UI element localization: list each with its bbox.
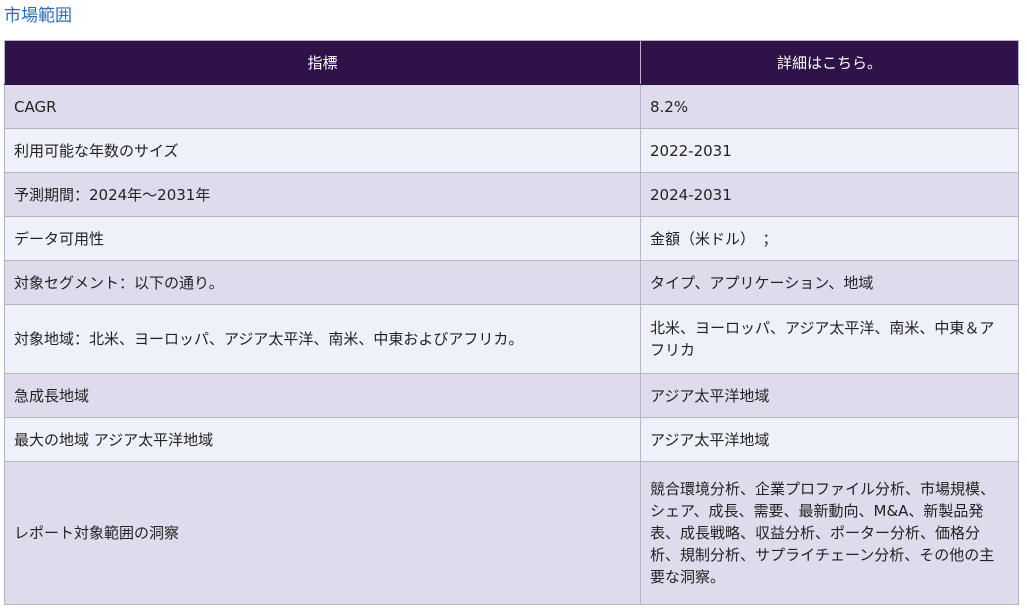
column-header-metric: 指標 — [4, 40, 641, 85]
row-value: 金額（米ドル） ； — [640, 216, 1019, 261]
row-label: CAGR — [4, 84, 641, 129]
row-value: 2024-2031 — [640, 172, 1019, 217]
table-row: 対象地域：北米、ヨーロッパ、アジア太平洋、南米、中東およびアフリカ。 北米、ヨー… — [4, 304, 1019, 374]
row-value: タイプ、アプリケーション、地域 — [640, 260, 1019, 305]
page: 市場範囲 指標 詳細はこちら。 CAGR 8.2% 利用可能な年数のサイズ 20… — [0, 0, 1027, 616]
column-header-details: 詳細はこちら。 — [640, 40, 1019, 85]
table-header-row: 指標 詳細はこちら。 — [4, 40, 1019, 85]
row-label: 予測期間：2024年～2031年 — [4, 172, 641, 217]
row-label: データ可用性 — [4, 216, 641, 261]
row-label: 最大の地域 アジア太平洋地域 — [4, 417, 641, 462]
market-scope-table: 指標 詳細はこちら。 CAGR 8.2% 利用可能な年数のサイズ 2022-20… — [4, 40, 1019, 605]
table-row: データ可用性 金額（米ドル） ； — [4, 216, 1019, 261]
row-value: 競合環境分析、企業プロファイル分析、市場規模、シェア、成長、需要、最新動向、M&… — [640, 461, 1019, 605]
table-row: 最大の地域 アジア太平洋地域 アジア太平洋地域 — [4, 417, 1019, 462]
row-label: 急成長地域 — [4, 373, 641, 418]
row-label: 対象地域：北米、ヨーロッパ、アジア太平洋、南米、中東およびアフリカ。 — [4, 304, 641, 374]
row-label: レポート対象範囲の洞察 — [4, 461, 641, 605]
row-label: 対象セグメント：以下の通り。 — [4, 260, 641, 305]
table-row: 利用可能な年数のサイズ 2022-2031 — [4, 128, 1019, 173]
row-value: アジア太平洋地域 — [640, 417, 1019, 462]
row-value: 8.2% — [640, 84, 1019, 129]
table-row: 対象セグメント：以下の通り。 タイプ、アプリケーション、地域 — [4, 260, 1019, 305]
row-value: アジア太平洋地域 — [640, 373, 1019, 418]
table-row: レポート対象範囲の洞察 競合環境分析、企業プロファイル分析、市場規模、シェア、成… — [4, 461, 1019, 605]
table-row: 予測期間：2024年～2031年 2024-2031 — [4, 172, 1019, 217]
row-value: 北米、ヨーロッパ、アジア太平洋、南米、中東＆アフリカ — [640, 304, 1019, 374]
table-row: 急成長地域 アジア太平洋地域 — [4, 373, 1019, 418]
row-value: 2022-2031 — [640, 128, 1019, 173]
row-label: 利用可能な年数のサイズ — [4, 128, 641, 173]
section-heading: 市場範囲 — [4, 6, 72, 26]
table-row: CAGR 8.2% — [4, 84, 1019, 129]
